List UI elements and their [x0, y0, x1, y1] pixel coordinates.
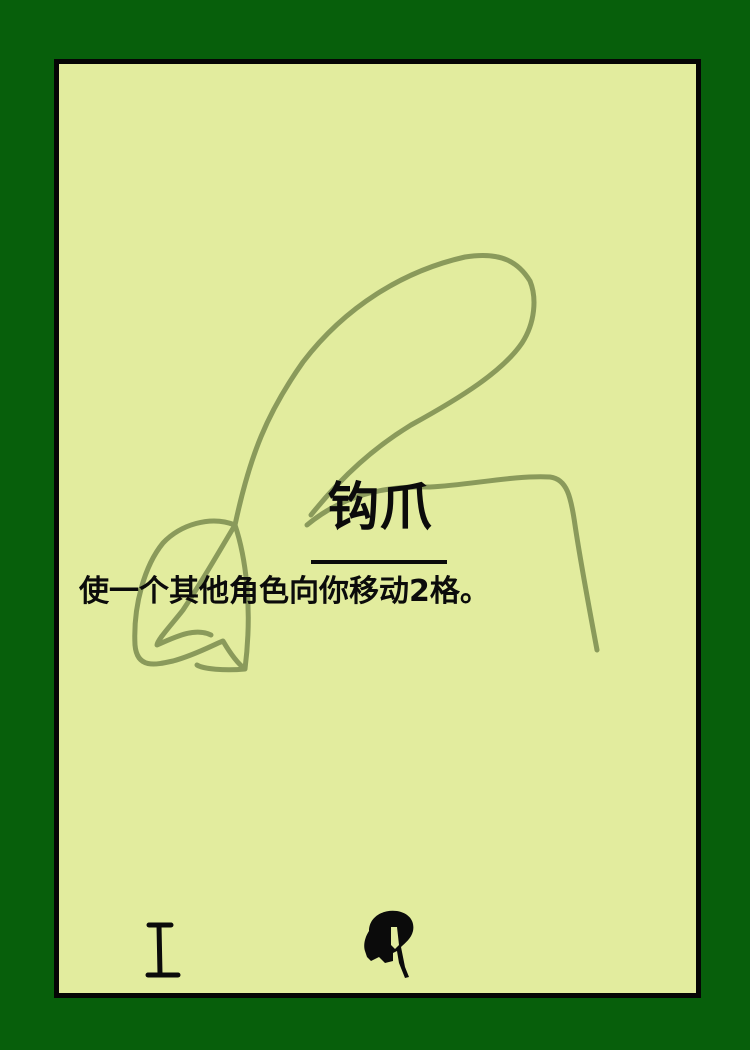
title-underline	[311, 560, 447, 564]
roman-numeral-one-icon	[145, 922, 181, 978]
card-title: 钩爪	[327, 478, 432, 538]
ability-card[interactable]: 钩爪 使一个其他角色向你移动2格。	[54, 59, 701, 998]
card-effect-text: 使一个其他角色向你移动2格。	[79, 574, 490, 609]
spartan-helmet-icon	[364, 910, 414, 978]
